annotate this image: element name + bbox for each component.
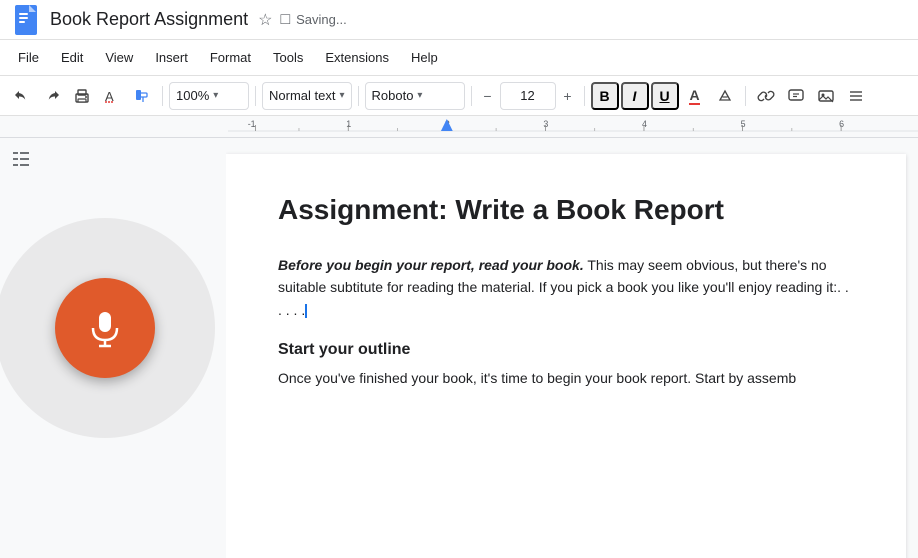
underline-icon: U <box>659 88 669 104</box>
paint-format-button[interactable] <box>128 82 156 110</box>
menu-tools[interactable]: Tools <box>263 46 313 69</box>
para1-bold-italic: Before you begin your report, read your … <box>278 257 584 273</box>
svg-text:5: 5 <box>741 119 746 129</box>
font-size-decrease[interactable]: − <box>478 86 498 106</box>
divider-5 <box>584 86 585 106</box>
svg-text:4: 4 <box>642 119 647 129</box>
bold-icon: B <box>599 88 609 104</box>
title-bar: Book Report Assignment ☆ □ Saving... <box>0 0 918 40</box>
style-dropdown[interactable]: Normal text ▾ <box>262 82 352 110</box>
doc-area: Assignment: Write a Book Report Before y… <box>226 138 918 558</box>
menu-file[interactable]: File <box>8 46 49 69</box>
divider-4 <box>471 86 472 106</box>
divider-1 <box>162 86 163 106</box>
svg-text:1: 1 <box>346 119 351 129</box>
menu-help[interactable]: Help <box>401 46 448 69</box>
menu-insert[interactable]: Insert <box>145 46 198 69</box>
comment-button[interactable] <box>782 82 810 110</box>
print-button[interactable] <box>68 82 96 110</box>
section1-para: Once you've finished your book, it's tim… <box>278 367 854 389</box>
zoom-dropdown[interactable]: 100% ▾ <box>169 82 249 110</box>
divider-3 <box>358 86 359 106</box>
font-caret: ▾ <box>417 90 422 101</box>
toolbar: A 100% ▾ Normal text ▾ Roboto ▾ − 12 + B… <box>0 76 918 116</box>
doc-para-1: Before you begin your report, read your … <box>278 254 854 321</box>
link-button[interactable] <box>752 82 780 110</box>
font-size-increase[interactable]: + <box>558 86 578 106</box>
menu-view[interactable]: View <box>95 46 143 69</box>
voice-overlay <box>0 218 215 438</box>
italic-icon: I <box>633 88 637 104</box>
zoom-caret: ▾ <box>213 90 218 101</box>
svg-text:3: 3 <box>543 119 548 129</box>
font-size-value: 12 <box>520 88 534 103</box>
text-color-icon: A <box>689 87 699 105</box>
italic-button[interactable]: I <box>621 82 649 110</box>
menu-bar: File Edit View Insert Format Tools Exten… <box>0 40 918 76</box>
font-size-controls: − 12 + <box>478 82 578 110</box>
redo-button[interactable] <box>38 82 66 110</box>
menu-extensions[interactable]: Extensions <box>315 46 399 69</box>
menu-edit[interactable]: Edit <box>51 46 93 69</box>
sidebar <box>0 138 226 558</box>
title-icons: ☆ □ <box>258 10 290 30</box>
highlight-button[interactable] <box>711 82 739 110</box>
style-caret: ▾ <box>339 90 344 101</box>
svg-text:6: 6 <box>839 119 844 129</box>
text-color-button[interactable]: A <box>681 82 709 110</box>
mic-icon <box>83 306 127 350</box>
zoom-level: 100% <box>176 88 209 103</box>
saving-status: Saving... <box>296 12 347 27</box>
undo-button[interactable] <box>8 82 36 110</box>
menu-format[interactable]: Format <box>200 46 261 69</box>
font-dropdown[interactable]: Roboto ▾ <box>365 82 465 110</box>
divider-2 <box>255 86 256 106</box>
divider-6 <box>745 86 746 106</box>
font-size-input[interactable]: 12 <box>500 82 556 110</box>
drive-icon[interactable]: □ <box>280 11 290 29</box>
style-label: Normal text <box>269 88 335 103</box>
doc-icon <box>12 3 40 37</box>
outline-icon[interactable] <box>10 148 32 176</box>
underline-button[interactable]: U <box>651 82 679 110</box>
document-title: Book Report Assignment <box>50 9 248 30</box>
svg-text:-1: -1 <box>248 119 256 129</box>
spellcheck-button[interactable]: A <box>98 82 126 110</box>
ruler: -1 1 2 3 4 5 6 <box>0 116 918 138</box>
image-button[interactable] <box>812 82 840 110</box>
bold-button[interactable]: B <box>591 82 619 110</box>
doc-page: Assignment: Write a Book Report Before y… <box>226 154 906 558</box>
section1-title: Start your outline <box>278 341 854 359</box>
mic-button[interactable] <box>55 278 155 378</box>
section1-para-text: Once you've finished your book, it's tim… <box>278 370 796 386</box>
more-button[interactable] <box>842 82 870 110</box>
star-icon[interactable]: ☆ <box>258 10 272 30</box>
text-cursor <box>305 304 307 318</box>
doc-title: Assignment: Write a Book Report <box>278 194 854 226</box>
main-area: Assignment: Write a Book Report Before y… <box>0 138 918 558</box>
font-label: Roboto <box>372 88 414 103</box>
